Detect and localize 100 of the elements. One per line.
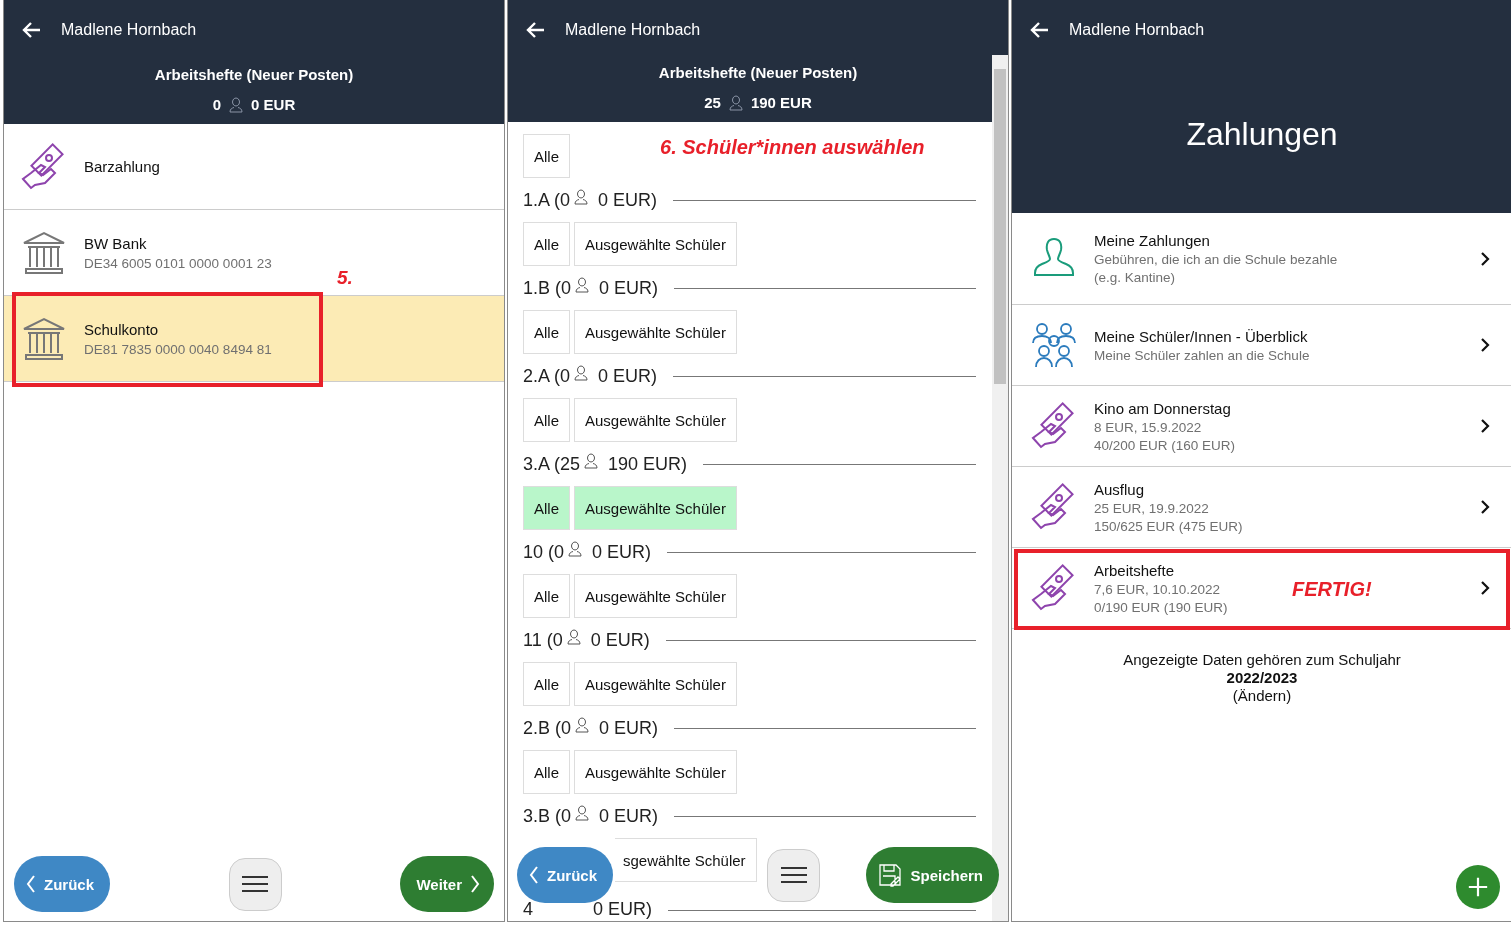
item-title: Arbeitshefte (Neuer Posten) bbox=[153, 66, 355, 83]
payment-title: Meine Schüler/Innen - Überblick bbox=[1094, 327, 1309, 345]
chevron-right-icon bbox=[1480, 250, 1490, 267]
select-button[interactable]: Ausgewählte Schüler bbox=[574, 222, 737, 266]
payment-detail: 25 EUR, 19.9.2022 bbox=[1094, 500, 1210, 516]
select-button[interactable]: Alle bbox=[523, 662, 570, 706]
select-button[interactable]: Alle bbox=[523, 486, 570, 530]
step-annotation: 5. bbox=[337, 267, 353, 289]
payment-detail: Gebühren, die ich an die Schule bezahle bbox=[1094, 252, 1338, 267]
payment-detail: (e.g. Kantine) bbox=[1094, 270, 1177, 285]
back-button[interactable]: Zurück bbox=[517, 847, 613, 903]
select-button[interactable]: Ausgewählte Schüler bbox=[574, 574, 737, 618]
select-button[interactable]: Ausgewählte Schüler bbox=[574, 662, 737, 706]
payment-item[interactable]: Ausflug 25 EUR, 19.9.2022 150/625 EUR (475 EUR) bbox=[1012, 467, 1511, 548]
iban: DE34 6005 0101 0000 0001 23 bbox=[84, 255, 272, 271]
payment-item[interactable]: Meine Zahlungen Gebühren, die ich an die Schule bezahle (e.g. Kantine) bbox=[1012, 213, 1511, 305]
account-name: BW Bank bbox=[84, 234, 148, 252]
payment-title: Kino am Donnerstag bbox=[1094, 399, 1232, 417]
select-button[interactable]: Alle bbox=[523, 750, 570, 794]
person-icon bbox=[575, 805, 590, 821]
person-icon bbox=[575, 717, 590, 733]
payment-detail: Meine Schüler zahlen an die Schule bbox=[1094, 347, 1310, 363]
select-button[interactable]: Ausgewählte Schüler bbox=[574, 398, 737, 442]
payment-detail: 40/200 EUR (160 EUR) bbox=[1094, 437, 1236, 453]
class-amount: 0 EUR) bbox=[592, 541, 652, 563]
class-amount: 0 EUR) bbox=[599, 805, 659, 827]
school-year-info: Angezeigte Daten gehören zum Schuljahr bbox=[1123, 651, 1401, 668]
user-name: Madlene Hornbach bbox=[1069, 21, 1205, 39]
people-group-icon bbox=[1030, 321, 1078, 369]
school-year: 2022/2023 bbox=[1226, 669, 1298, 686]
payment-item[interactable]: Meine Schüler/Innen - Überblick Meine Schüler zahlen an die Schule bbox=[1012, 305, 1511, 386]
item-title: Arbeitshefte (Neuer Posten) bbox=[657, 64, 859, 81]
payment-title: Arbeitshefte bbox=[1094, 561, 1176, 579]
total-amount: 190 EUR bbox=[750, 94, 812, 111]
person-icon bbox=[728, 94, 743, 111]
payment-detail: 8 EUR, 15.9.2022 bbox=[1094, 419, 1203, 435]
person-icon bbox=[566, 629, 581, 645]
select-button[interactable]: sgewählte Schüler bbox=[615, 838, 757, 882]
class-heading: 2.A (0 bbox=[523, 365, 571, 387]
account-name: Barzahlung bbox=[84, 158, 160, 175]
save-button[interactable]: Speichern bbox=[866, 847, 999, 903]
payment-detail: 150/625 EUR (475 EUR) bbox=[1094, 518, 1243, 534]
class-heading: 1.B (0 bbox=[523, 277, 572, 299]
done-annotation: FERTIG! bbox=[1292, 578, 1372, 601]
scrollbar[interactable] bbox=[992, 55, 1008, 921]
class-heading: 10 (0 bbox=[523, 541, 565, 563]
user-name: Madlene Hornbach bbox=[61, 21, 197, 39]
payment-item[interactable]: Kino am Donnerstag 8 EUR, 15.9.2022 40/200 EUR (160 EUR) bbox=[1012, 386, 1511, 467]
class-heading: 11 (0 bbox=[523, 629, 563, 651]
back-button[interactable]: Zurück bbox=[14, 856, 110, 912]
student-count: 0 bbox=[212, 96, 222, 113]
class-amount: 0 EUR) bbox=[590, 629, 650, 651]
account-name: Schulkonto bbox=[84, 320, 160, 338]
person-icon bbox=[575, 277, 590, 293]
chevron-right-icon bbox=[1480, 580, 1490, 596]
payment-detail: 7,6 EUR, 10.10.2022 bbox=[1094, 581, 1222, 597]
class-heading: 3.A (25 bbox=[523, 453, 581, 475]
menu-icon bbox=[242, 875, 269, 893]
class-amount: 0 EUR) bbox=[599, 717, 659, 739]
select-button[interactable]: Ausgewählte Schüler bbox=[574, 310, 737, 354]
class-amount: 0 EUR) bbox=[598, 365, 658, 387]
page-heading: Zahlungen bbox=[1185, 116, 1339, 153]
select-button[interactable]: Ausgewählte Schüler bbox=[574, 486, 737, 530]
change-link[interactable]: (Ändern) bbox=[1232, 687, 1292, 704]
select-all-button[interactable]: Alle bbox=[523, 134, 570, 178]
class-amount: 0 EUR) bbox=[598, 189, 658, 211]
class-heading: 2.B (0 bbox=[523, 717, 572, 739]
back-arrow-icon[interactable] bbox=[526, 20, 546, 40]
class-heading: 3.B (0 bbox=[523, 805, 572, 827]
select-button[interactable]: Alle bbox=[523, 222, 570, 266]
chevron-right-icon bbox=[1480, 499, 1490, 515]
person-icon bbox=[574, 189, 589, 205]
payment-item[interactable]: Arbeitshefte 7,6 EUR, 10.10.2022 0/190 EUR (190 EUR) FERTIG! bbox=[1012, 548, 1511, 629]
select-button[interactable]: Ausgewählte Schüler bbox=[574, 750, 737, 794]
payment-detail: 0/190 EUR (190 EUR) bbox=[1094, 599, 1228, 615]
next-button[interactable]: Weiter bbox=[400, 856, 494, 912]
person-icon bbox=[584, 453, 599, 469]
back-arrow-icon[interactable] bbox=[1030, 20, 1050, 40]
class-amount: 190 EUR) bbox=[608, 453, 688, 475]
select-button[interactable]: Alle bbox=[523, 398, 570, 442]
chevron-left-icon bbox=[529, 865, 539, 885]
step-annotation: 6. Schüler*innen auswählen bbox=[660, 136, 925, 159]
select-button[interactable]: Alle bbox=[523, 574, 570, 618]
account-item[interactable]: Barzahlung bbox=[4, 124, 504, 210]
menu-button[interactable] bbox=[228, 857, 282, 911]
person-icon bbox=[574, 365, 589, 381]
back-arrow-icon[interactable] bbox=[22, 20, 42, 40]
select-button[interactable]: Alle bbox=[523, 310, 570, 354]
save-icon bbox=[878, 863, 903, 887]
plus-icon bbox=[1467, 876, 1489, 898]
chevron-right-icon bbox=[1480, 337, 1490, 353]
add-button[interactable] bbox=[1456, 865, 1500, 909]
class-amount: 0 EUR) bbox=[599, 277, 659, 299]
person-icon bbox=[229, 96, 244, 113]
menu-button[interactable] bbox=[767, 848, 821, 902]
menu-icon bbox=[780, 866, 807, 884]
user-name: Madlene Hornbach bbox=[565, 21, 701, 39]
chevron-right-icon bbox=[470, 874, 480, 894]
payment-title: Meine Zahlungen bbox=[1094, 232, 1211, 249]
class-heading: 1.A (0 bbox=[523, 189, 571, 211]
